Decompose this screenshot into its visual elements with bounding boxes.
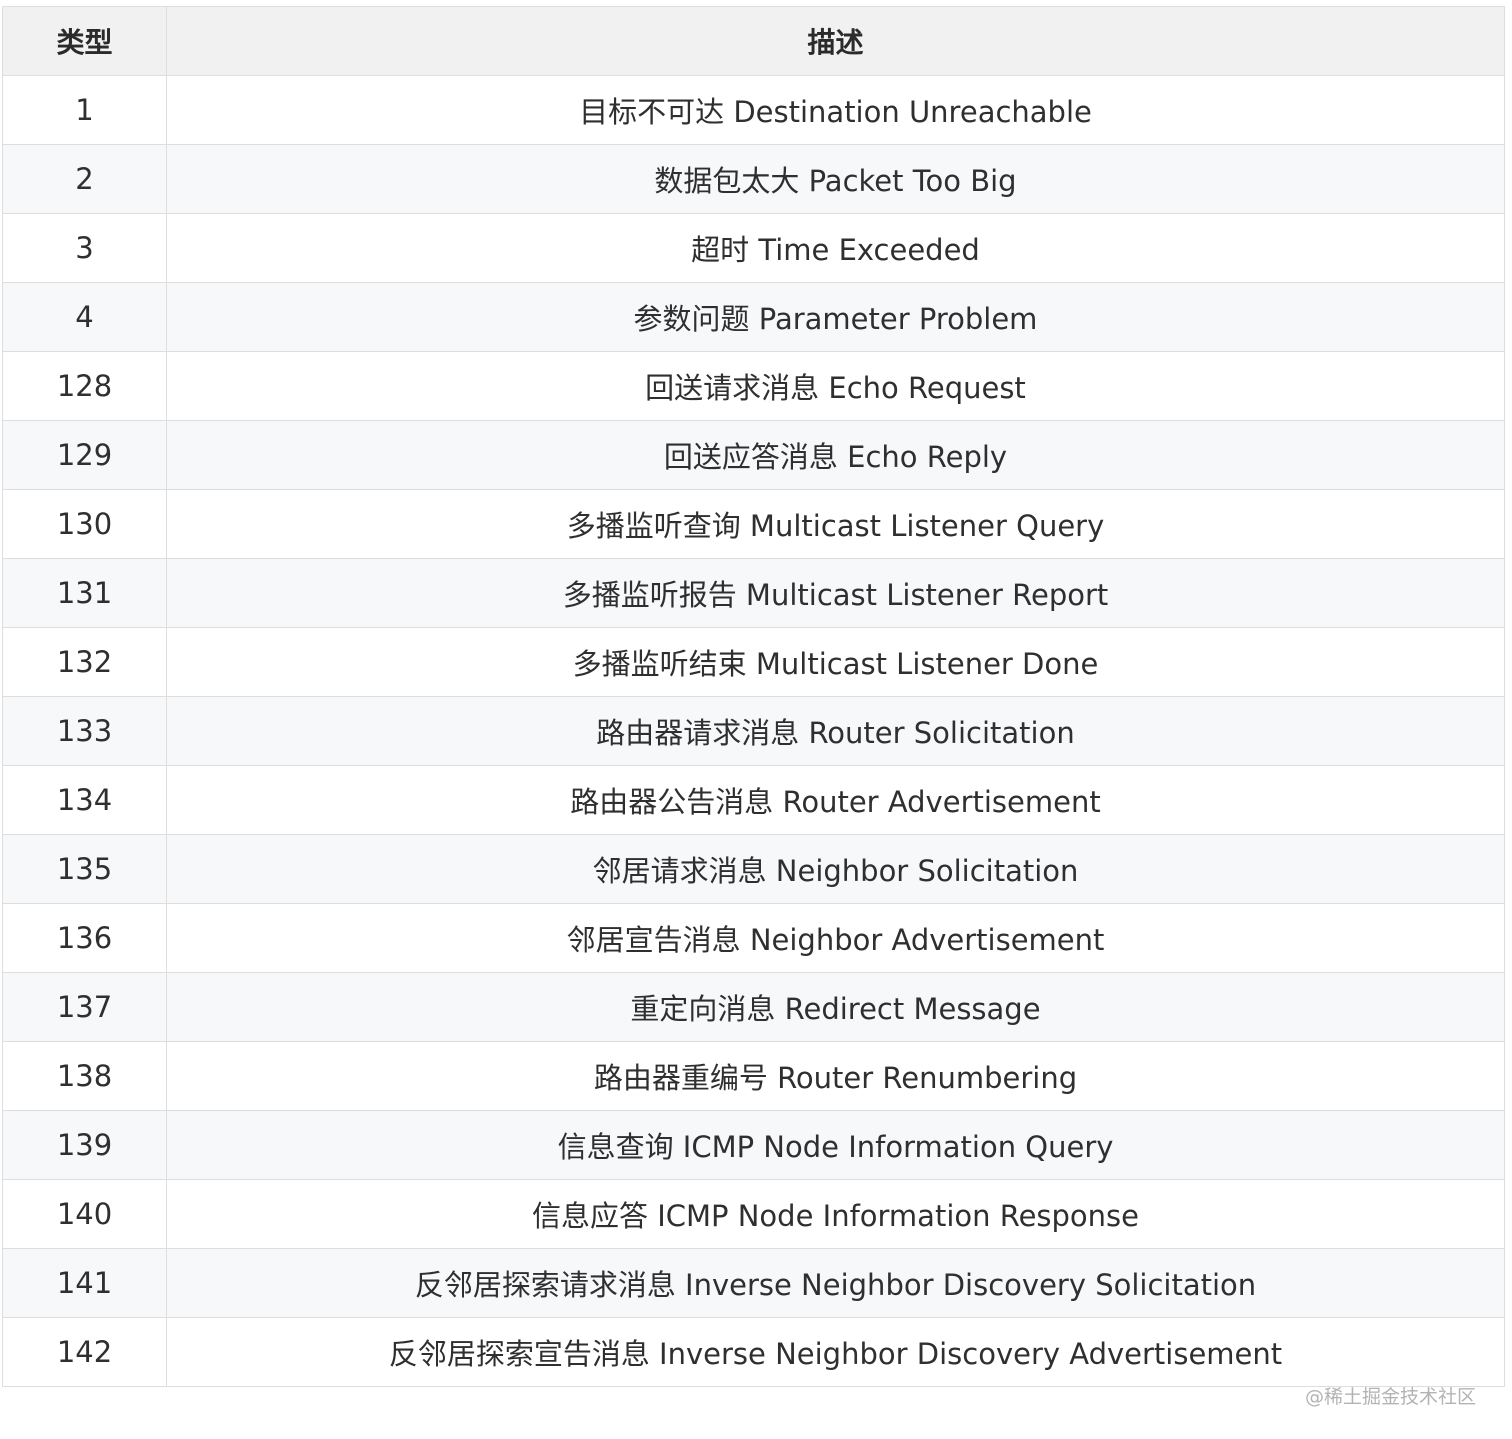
cell-description: 超时 Time Exceeded (166, 213, 1505, 283)
cell-type: 128 (2, 351, 167, 421)
cell-description: 反邻居探索宣告消息 Inverse Neighbor Discovery Adv… (166, 1317, 1505, 1387)
cell-type: 136 (2, 903, 167, 973)
cell-type: 140 (2, 1179, 167, 1249)
table-row: 142 反邻居探索宣告消息 Inverse Neighbor Discovery … (2, 1317, 1505, 1387)
cell-type: 129 (2, 420, 167, 490)
cell-type: 137 (2, 972, 167, 1042)
cell-description: 数据包太大 Packet Too Big (166, 144, 1505, 214)
table-row: 139 信息查询 ICMP Node Information Query (2, 1110, 1505, 1180)
table-row: 130 多播监听查询 Multicast Listener Query (2, 489, 1505, 559)
cell-description: 邻居宣告消息 Neighbor Advertisement (166, 903, 1505, 973)
table-row: 4 参数问题 Parameter Problem (2, 282, 1505, 352)
table-row: 137 重定向消息 Redirect Message (2, 972, 1505, 1042)
cell-type: 133 (2, 696, 167, 766)
table-row: 2 数据包太大 Packet Too Big (2, 144, 1505, 214)
table-body: 1 目标不可达 Destination Unreachable 2 数据包太大 Pac… (2, 75, 1505, 1387)
cell-description: 路由器重编号 Router Renumbering (166, 1041, 1505, 1111)
icmpv6-type-table: 类型 描述 1 目标不可达 Destination Unreachable 2 数据包… (2, 6, 1505, 1387)
watermark-text: @稀土掘金技术社区 (1304, 1386, 1476, 1408)
cell-description: 信息应答 ICMP Node Information Response (166, 1179, 1505, 1249)
table-row: 129 回送应答消息 Echo Reply (2, 420, 1505, 490)
cell-description: 参数问题 Parameter Problem (166, 282, 1505, 352)
table-row: 3 超时 Time Exceeded (2, 213, 1505, 283)
cell-type: 131 (2, 558, 167, 628)
cell-description: 多播监听查询 Multicast Listener Query (166, 489, 1505, 559)
cell-description: 邻居请求消息 Neighbor Solicitation (166, 834, 1505, 904)
cell-description: 重定向消息 Redirect Message (166, 972, 1505, 1042)
table-row: 140 信息应答 ICMP Node Information Response (2, 1179, 1505, 1249)
table-row: 132 多播监听结束 Multicast Listener Done (2, 627, 1505, 697)
table-row: 128 回送请求消息 Echo Request (2, 351, 1505, 421)
cell-description: 回送应答消息 Echo Reply (166, 420, 1505, 490)
cell-type: 142 (2, 1317, 167, 1387)
header-type: 类型 (2, 6, 167, 76)
cell-type: 3 (2, 213, 167, 283)
table-row: 133 路由器请求消息 Router Solicitation (2, 696, 1505, 766)
cell-description: 路由器请求消息 Router Solicitation (166, 696, 1505, 766)
cell-description: 反邻居探索请求消息 Inverse Neighbor Discovery Sol… (166, 1248, 1505, 1318)
cell-type: 1 (2, 75, 167, 145)
icmpv6-type-table-container: 类型 描述 1 目标不可达 Destination Unreachable 2 数据包… (2, 6, 1505, 1387)
table-header-row: 类型 描述 (2, 6, 1505, 76)
cell-type: 138 (2, 1041, 167, 1111)
header-description: 描述 (166, 6, 1505, 76)
table-row: 136 邻居宣告消息 Neighbor Advertisement (2, 903, 1505, 973)
cell-type: 132 (2, 627, 167, 697)
table-row: 141 反邻居探索请求消息 Inverse Neighbor Discovery … (2, 1248, 1505, 1318)
cell-type: 141 (2, 1248, 167, 1318)
cell-description: 路由器公告消息 Router Advertisement (166, 765, 1505, 835)
table-row: 135 邻居请求消息 Neighbor Solicitation (2, 834, 1505, 904)
table-row: 138 路由器重编号 Router Renumbering (2, 1041, 1505, 1111)
cell-type: 134 (2, 765, 167, 835)
cell-description: 多播监听报告 Multicast Listener Report (166, 558, 1505, 628)
cell-type: 4 (2, 282, 167, 352)
cell-type: 130 (2, 489, 167, 559)
cell-description: 目标不可达 Destination Unreachable (166, 75, 1505, 145)
cell-type: 135 (2, 834, 167, 904)
cell-type: 2 (2, 144, 167, 214)
table-row: 131 多播监听报告 Multicast Listener Report (2, 558, 1505, 628)
table-row: 1 目标不可达 Destination Unreachable (2, 75, 1505, 145)
cell-description: 多播监听结束 Multicast Listener Done (166, 627, 1505, 697)
cell-description: 信息查询 ICMP Node Information Query (166, 1110, 1505, 1180)
cell-type: 139 (2, 1110, 167, 1180)
table-row: 134 路由器公告消息 Router Advertisement (2, 765, 1505, 835)
cell-description: 回送请求消息 Echo Request (166, 351, 1505, 421)
